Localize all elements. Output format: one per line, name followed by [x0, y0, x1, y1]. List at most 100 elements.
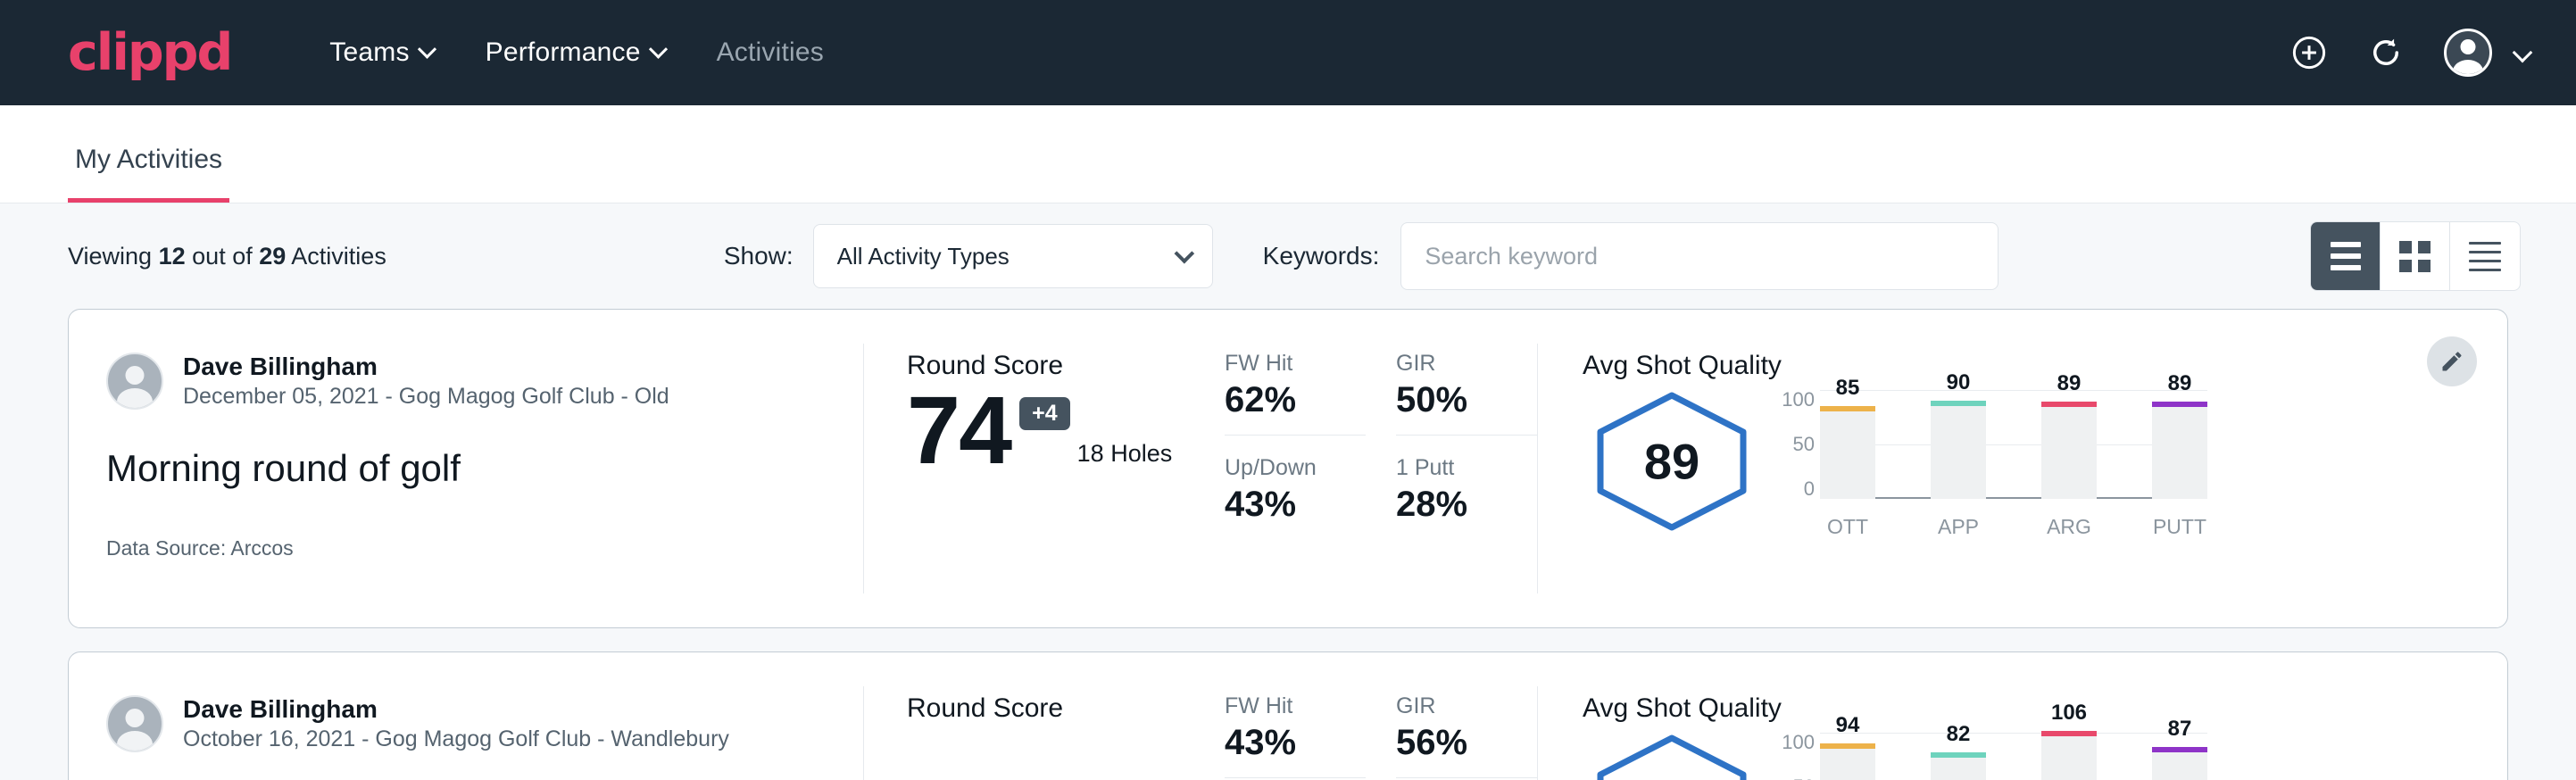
- stat-gir: GIR 56%: [1396, 693, 1537, 778]
- primary-nav-links: Teams Performance Activities: [329, 37, 824, 68]
- stat-value: 43%: [1225, 723, 1366, 763]
- y-tick: 50: [1793, 435, 1815, 454]
- nav-item-performance-label: Performance: [486, 37, 641, 68]
- activity-meta: December 05, 2021 - Gog Magog Golf Club …: [183, 382, 669, 411]
- x-tick-label: PUTT: [2152, 515, 2207, 539]
- y-tick: 100: [1782, 733, 1815, 752]
- quality-hexagon: 89: [1591, 390, 1752, 533]
- chevron-down-icon: [418, 39, 436, 58]
- compact-view-button[interactable]: [2450, 222, 2520, 290]
- bar-value-label: 94: [1820, 713, 1875, 738]
- bar-body: [1931, 752, 1986, 780]
- activity-user-row: Dave Billingham December 05, 2021 - Gog …: [106, 351, 863, 411]
- nav-item-performance[interactable]: Performance: [486, 37, 665, 68]
- shot-quality-bar-chart: 100 50 0 85 90: [1820, 390, 2207, 539]
- grid-view-icon: [2399, 241, 2431, 272]
- nav-item-teams[interactable]: Teams: [329, 37, 433, 68]
- x-axis-line: [1820, 497, 2207, 499]
- bar-value-label: 90: [1931, 370, 1986, 395]
- round-score-label: Round Score: [907, 693, 1225, 724]
- bar-ott: 94: [1820, 743, 1875, 780]
- list-view-button[interactable]: [2311, 222, 2381, 290]
- stat-label: FW Hit: [1225, 351, 1366, 377]
- show-filter-group: Show: All Activity Types: [724, 224, 1213, 288]
- round-stats-grid: FW Hit 43% GIR 56%: [1225, 693, 1537, 778]
- round-score-section: Round Score 74 +4 18 Holes: [864, 310, 1225, 627]
- gridline: [1820, 733, 2207, 734]
- keyword-filter-group: Keywords:: [1263, 222, 1999, 290]
- chevron-down-icon: [1174, 244, 1194, 264]
- nav-item-teams-label: Teams: [329, 37, 409, 68]
- stat-one-putt: 1 Putt 28%: [1396, 436, 1537, 525]
- bar-value-label: 87: [2152, 717, 2207, 742]
- viewing-count: 12: [159, 243, 186, 270]
- avg-shot-quality-section: Avg Shot Quality 89 100 50: [1538, 310, 2507, 627]
- round-score-section: Round Score: [864, 652, 1225, 780]
- nav-item-activities-label: Activities: [717, 37, 824, 68]
- bar-value-label: 85: [1820, 376, 1875, 401]
- stat-label: Up/Down: [1225, 455, 1366, 481]
- stat-up-down: Up/Down 43%: [1225, 436, 1366, 525]
- bar-body: [1820, 406, 1875, 499]
- score-differential-badge: +4: [1019, 397, 1070, 430]
- bar-arg: 89: [2041, 402, 2097, 499]
- round-score-value-row: 74 +4 18 Holes: [907, 385, 1225, 477]
- activity-summary: Dave Billingham December 05, 2021 - Gog …: [69, 310, 863, 627]
- stat-label: FW Hit: [1225, 693, 1366, 719]
- stat-gir: GIR 50%: [1396, 351, 1537, 436]
- activity-type-select[interactable]: All Activity Types: [813, 224, 1213, 288]
- bar-value-label: 89: [2041, 371, 2097, 396]
- nav-item-activities[interactable]: Activities: [717, 37, 824, 68]
- bar-body: [1931, 401, 1986, 499]
- quality-hexagon-wrap: [1583, 733, 1761, 780]
- viewing-suffix: Activities: [291, 243, 386, 270]
- stat-label: 1 Putt: [1396, 455, 1537, 481]
- stat-label: GIR: [1396, 351, 1537, 377]
- activity-card[interactable]: Dave Billingham December 05, 2021 - Gog …: [68, 309, 2508, 628]
- round-score-value: 74: [907, 385, 1010, 477]
- stat-value: 56%: [1396, 723, 1537, 763]
- search-input[interactable]: [1400, 222, 1998, 290]
- chart-y-axis: 100 50 0: [1761, 390, 1815, 499]
- chevron-down-icon: [648, 39, 667, 58]
- activity-card-list: Dave Billingham December 05, 2021 - Gog …: [0, 309, 2576, 780]
- tab-my-activities[interactable]: My Activities: [68, 145, 229, 203]
- plus-circle-icon[interactable]: [2290, 34, 2328, 71]
- bar-app: 90: [1931, 401, 1986, 499]
- shot-quality-bar-chart: 100 50 0 94 82: [1820, 733, 2207, 780]
- bar-body: [2152, 747, 2207, 780]
- stat-value: 62%: [1225, 380, 1366, 420]
- refresh-icon[interactable]: [2367, 34, 2405, 71]
- edit-activity-button[interactable]: [2427, 336, 2477, 386]
- bar-app: 82: [1931, 752, 1986, 780]
- avatar: [106, 353, 163, 410]
- chevron-down-icon[interactable]: [2513, 43, 2533, 63]
- bar-body: [2041, 402, 2097, 499]
- chart-y-axis: 100 50 0: [1761, 733, 1815, 780]
- list-view-icon: [2331, 242, 2361, 247]
- viewing-prefix: Viewing: [68, 243, 152, 270]
- bar-putt: 89: [2152, 402, 2207, 499]
- viewing-middle: out of: [192, 243, 253, 270]
- chart-x-axis: OTT APP ARG PUTT: [1820, 515, 2207, 539]
- x-tick-label: OTT: [1820, 515, 1875, 539]
- bar-value-label: 89: [2152, 371, 2207, 396]
- show-label: Show:: [724, 242, 794, 270]
- bar-body: [2041, 731, 2097, 780]
- activity-user-row: Dave Billingham October 16, 2021 - Gog M…: [106, 693, 863, 754]
- filter-toolbar: Viewing 12 out of 29 Activities Show: Al…: [0, 203, 2576, 309]
- bar-arg: 106: [2041, 731, 2097, 780]
- clippd-logo[interactable]: clippd: [68, 28, 231, 79]
- activity-card[interactable]: Dave Billingham October 16, 2021 - Gog M…: [68, 651, 2508, 780]
- grid-view-button[interactable]: [2381, 222, 2450, 290]
- y-tick: 100: [1782, 390, 1815, 410]
- stat-value: 28%: [1396, 485, 1537, 525]
- x-tick-label: ARG: [2041, 515, 2097, 539]
- avg-shot-quality-section: Avg Shot Quality 100 50: [1538, 652, 2507, 780]
- chart-plot-area: 100 50 0 85 90: [1820, 390, 2207, 499]
- quality-and-chart: 89 100 50 0 85: [1583, 390, 2507, 539]
- stat-fw-hit: FW Hit 62%: [1225, 351, 1366, 436]
- stat-label: GIR: [1396, 693, 1537, 719]
- account-avatar[interactable]: [2444, 29, 2492, 77]
- activity-summary: Dave Billingham October 16, 2021 - Gog M…: [69, 652, 863, 780]
